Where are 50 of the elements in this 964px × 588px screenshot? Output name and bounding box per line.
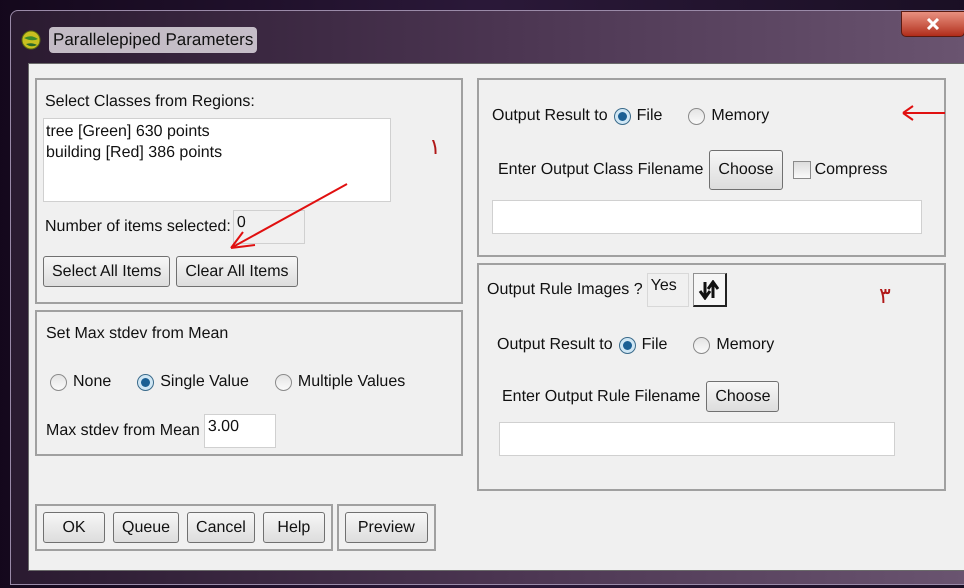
classes-list[interactable]: tree [Green] 630 points building [Red] 386 points [43, 118, 391, 202]
count-field: 0 [232, 210, 305, 244]
dialog-button[interactable]: Help [262, 512, 325, 543]
list-item[interactable]: tree [Green] 630 points [46, 121, 388, 142]
count-label: Number of items selected: [45, 217, 231, 237]
app-logo-icon [21, 30, 41, 50]
radio-button[interactable] [50, 374, 67, 390]
radio-label[interactable]: Single Value [160, 370, 249, 394]
annotation-number: ٣ [879, 282, 891, 310]
close-button[interactable] [901, 11, 964, 37]
filename-label: Enter Output Rule Filename [502, 386, 700, 406]
list-item[interactable]: building [Red] 386 points [46, 142, 388, 163]
list-action-button[interactable]: Clear All Items [176, 256, 298, 287]
radio-button[interactable] [618, 336, 636, 354]
radio-label[interactable]: Multiple Values [298, 370, 406, 394]
dialog-button[interactable]: Queue [113, 512, 180, 543]
window-title: Parallelepiped Parameters [49, 27, 258, 52]
up-down-arrows-icon [698, 280, 720, 300]
field-label: Max stdev from Mean [46, 421, 200, 441]
preview-button[interactable]: Preview [344, 512, 428, 543]
class-filename-field[interactable] [492, 200, 922, 234]
close-icon [926, 18, 940, 30]
output-label: Output Result to [492, 106, 608, 126]
rule-images-label: Output Rule Images ? [487, 280, 643, 300]
list-action-button[interactable]: Select All Items [43, 256, 170, 287]
annotation-number: ١ [429, 133, 441, 161]
radio-label[interactable]: Memory [716, 333, 774, 357]
radio-button[interactable] [693, 336, 710, 354]
rule-filename-field[interactable] [499, 422, 895, 456]
annotation-arrow [901, 104, 945, 122]
choose-button[interactable]: Choose [709, 150, 783, 190]
toggle-button[interactable] [692, 273, 727, 307]
radio-button[interactable] [688, 108, 706, 124]
dialog-button[interactable]: Cancel [187, 512, 255, 543]
radio-label[interactable]: Memory [711, 104, 770, 128]
radio-label[interactable]: None [73, 370, 112, 394]
radio-button[interactable] [614, 108, 631, 124]
panel-label: Select Classes from Regions: [45, 92, 256, 112]
radio-label[interactable]: File [636, 104, 662, 128]
output-label: Output Result to [497, 335, 613, 355]
dialog-button[interactable]: OK [43, 512, 105, 543]
compress-checkbox[interactable]: Compress [792, 158, 888, 182]
radio-button[interactable] [137, 374, 154, 390]
radio-label[interactable]: File [642, 333, 668, 357]
filename-label: Enter Output Class Filename [498, 160, 704, 180]
stdev-field[interactable]: 3.00 [204, 414, 276, 448]
choose-button[interactable]: Choose [706, 381, 780, 412]
panel-title: Set Max stdev from Mean [46, 324, 230, 344]
rule-images-value: Yes [646, 273, 689, 307]
radio-button[interactable] [274, 374, 292, 390]
